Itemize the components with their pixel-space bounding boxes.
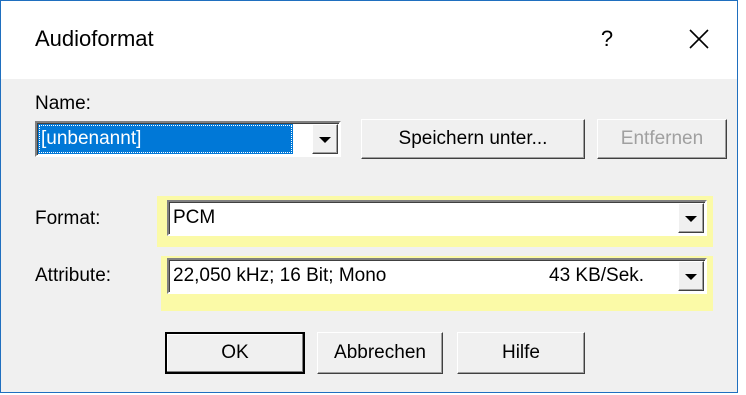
name-combobox[interactable]: [unbenannt] [35,121,341,157]
name-value: [unbenannt] [38,124,293,154]
cancel-button[interactable]: Abbrechen [317,332,443,374]
format-label: Format: [35,208,101,229]
help-label: Hilfe [501,342,540,363]
attribute-label: Attribute: [35,265,112,286]
attribute-rate: 43 KB/Sek. [549,265,645,286]
cancel-label: Abbrechen [334,342,426,363]
format-value: PCM [173,207,216,228]
save-as-button[interactable]: Speichern unter... [361,119,585,159]
attribute-value: 22,050 kHz; 16 Bit; Mono [173,265,387,286]
ok-label: OK [221,342,249,363]
help-title-button[interactable]: ? [587,19,627,59]
chevron-down-icon[interactable] [678,261,704,291]
close-icon [689,29,709,49]
format-combobox[interactable]: PCM [167,200,707,236]
name-label: Name: [35,93,91,114]
audioformat-dialog: Audioformat ? Name: [unbenannt] Speicher… [0,0,738,393]
save-as-label: Speichern unter... [398,128,548,149]
help-button[interactable]: Hilfe [457,332,585,374]
chevron-down-icon[interactable] [312,124,338,154]
remove-label: Entfernen [620,128,704,149]
chevron-down-icon[interactable] [678,203,704,233]
dialog-title: Audioformat [35,26,154,51]
title-bar: Audioformat ? [1,1,737,79]
ok-button[interactable]: OK [165,332,305,374]
attribute-combobox[interactable]: 22,050 kHz; 16 Bit; Mono 43 KB/Sek. [167,258,707,294]
remove-button[interactable]: Entfernen [597,119,727,159]
close-button[interactable] [677,19,721,59]
